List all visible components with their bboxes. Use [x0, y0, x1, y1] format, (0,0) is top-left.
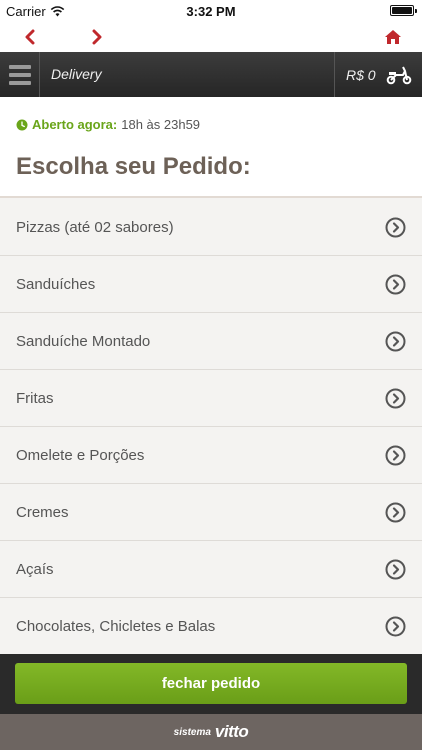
chevron-left-icon	[25, 29, 35, 45]
category-label: Chocolates, Chicletes e Balas	[16, 617, 216, 635]
chevron-right-icon	[92, 29, 102, 45]
open-label: Aberto agora:	[32, 117, 118, 132]
nav-bar	[0, 22, 422, 52]
chevron-circle-right-icon	[385, 274, 406, 295]
hamburger-icon-line	[8, 80, 31, 85]
category-label: Omelete e Porções	[16, 446, 145, 464]
forward-button[interactable]	[84, 24, 110, 50]
chevron-circle-right-icon	[385, 616, 406, 637]
clock-icon	[16, 119, 28, 130]
category-item-pizzas[interactable]: Pizzas (até 02 sabores)	[0, 199, 422, 256]
close-order-button[interactable]: fechar pedido	[15, 663, 407, 704]
home-icon	[385, 30, 401, 44]
category-item-fritas[interactable]: Fritas	[0, 370, 422, 427]
category-item-sanduiche-montado[interactable]: Sanduíche Montado	[0, 313, 422, 370]
chevron-circle-right-icon	[385, 217, 406, 238]
category-label: Sanduíche Montado	[16, 332, 151, 350]
back-button[interactable]	[17, 24, 43, 50]
status-bar: Carrier 3:32 PM	[0, 0, 422, 22]
category-label: Sanduíches	[16, 275, 96, 293]
category-label: Pizzas (até 02 sabores)	[16, 218, 174, 236]
status-time: 3:32 PM	[186, 4, 236, 19]
store-info: Aberto agora: 18h às 23h59 Escolha seu P…	[0, 97, 422, 198]
app-header: Delivery R$ 0	[0, 52, 422, 97]
chevron-circle-right-icon	[385, 388, 406, 409]
brand-logo: vitto	[214, 722, 249, 741]
category-item-acais[interactable]: Açaís	[0, 541, 422, 598]
category-item-omelete-porcoes[interactable]: Omelete e Porções	[0, 427, 422, 484]
chevron-circle-right-icon	[385, 502, 406, 523]
hamburger-menu-button[interactable]	[0, 52, 40, 97]
battery-icon	[390, 5, 417, 16]
category-item-sanduiches[interactable]: Sanduíches	[0, 256, 422, 313]
scooter-icon	[386, 66, 411, 84]
cart-button[interactable]: R$ 0	[334, 52, 422, 97]
chevron-circle-right-icon	[385, 331, 406, 352]
open-hours: 18h às 23h59	[121, 117, 201, 132]
header-title: Delivery	[51, 66, 102, 82]
category-item-cremes[interactable]: Cremes	[0, 484, 422, 541]
category-label: Fritas	[16, 389, 54, 407]
page-title: Escolha seu Pedido:	[16, 153, 251, 180]
brand-footer: sistema vitto	[0, 714, 422, 750]
home-button[interactable]	[380, 24, 406, 50]
category-item-chocolates[interactable]: Chocolates, Chicletes e Balas	[0, 598, 422, 655]
chevron-circle-right-icon	[385, 559, 406, 580]
category-label: Cremes	[16, 503, 69, 521]
category-label: Açaís	[16, 560, 54, 578]
brand-prefix: sistema	[173, 726, 211, 738]
cart-value: R$ 0	[346, 66, 376, 83]
open-status: Aberto agora: 18h às 23h59	[16, 117, 200, 132]
chevron-circle-right-icon	[385, 445, 406, 466]
hamburger-icon	[8, 64, 31, 69]
category-list: Pizzas (até 02 sabores) Sanduíches Sandu…	[0, 199, 422, 655]
footer-bar: fechar pedido	[0, 654, 422, 714]
hamburger-icon-line	[8, 72, 31, 77]
